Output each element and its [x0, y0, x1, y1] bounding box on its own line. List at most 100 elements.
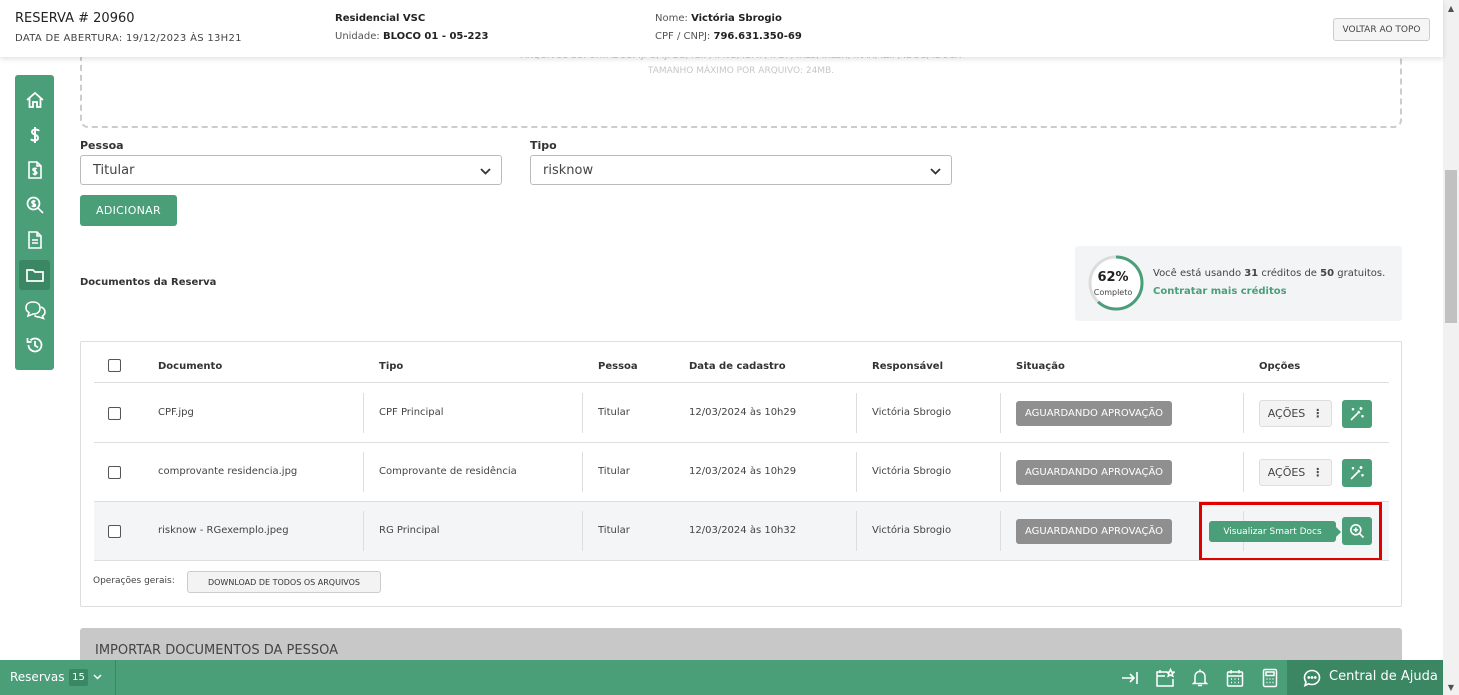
- adicionar-button[interactable]: ADICIONAR: [80, 195, 177, 226]
- help-center-label: Central de Ajuda: [1329, 669, 1438, 684]
- cell-divider: [1000, 393, 1001, 433]
- collapse-right-icon[interactable]: [1120, 668, 1140, 688]
- download-all-button[interactable]: DOWNLOAD DE TODOS OS ARQUIVOS: [187, 571, 381, 593]
- credit-complete-label: Completo: [1093, 288, 1133, 297]
- help-chat-icon: [1303, 669, 1321, 687]
- credits-panel: 62% Completo Você está usando 31 crédito…: [1075, 246, 1402, 321]
- money-search-icon[interactable]: [19, 190, 50, 220]
- unit-info: Unidade: BLOCO 01 - 05-223: [335, 31, 489, 42]
- scroll-up-icon[interactable]: ▲: [1443, 0, 1459, 16]
- row-responsavel: Victória Sbrogio: [872, 407, 952, 418]
- footer-bar: Reservas 15 Central de Ajuda: [0, 660, 1443, 695]
- buy-credits-link[interactable]: Contratar mais créditos: [1153, 286, 1287, 297]
- reservas-label[interactable]: Reservas: [10, 670, 64, 684]
- cell-divider: [1000, 511, 1001, 551]
- status-badge: AGUARDANDO APROVAÇÃO: [1016, 519, 1172, 544]
- cell-divider: [582, 511, 583, 551]
- client-name: Nome: Victória Sbrogio: [655, 13, 782, 24]
- tipo-label: Tipo: [530, 139, 557, 152]
- help-center-button[interactable]: Central de Ajuda: [1287, 660, 1443, 695]
- calendar-star-icon[interactable]: [1155, 668, 1175, 688]
- pessoa-select-value: Titular: [93, 162, 135, 178]
- row-data: 12/03/2024 às 10h32: [689, 525, 797, 536]
- cell-divider: [856, 393, 857, 433]
- calendar-icon[interactable]: [1225, 668, 1245, 688]
- col-responsavel: Responsável: [872, 361, 944, 372]
- row-documento: risknow - RGexemplo.jpeg: [158, 525, 289, 536]
- row-checkbox[interactable]: [108, 525, 121, 538]
- magic-wand-button[interactable]: [1342, 400, 1372, 428]
- chat-icon[interactable]: [19, 295, 50, 325]
- footer-divider: [115, 660, 116, 695]
- folder-icon[interactable]: [19, 260, 50, 290]
- page-scrollbar[interactable]: ▲ ▼: [1443, 0, 1459, 695]
- pessoa-label: Pessoa: [80, 139, 124, 152]
- cell-divider: [363, 452, 364, 492]
- cell-divider: [856, 452, 857, 492]
- cell-divider: [582, 393, 583, 433]
- row-checkbox[interactable]: [108, 407, 121, 420]
- cell-divider: [856, 511, 857, 551]
- sidebar: [15, 75, 54, 370]
- file-dropzone[interactable]: ARQUIVOS SUPORTADOS: .JPG, .JPEG, .GIF, …: [80, 50, 1402, 128]
- credit-usage-text: Você está usando 31 créditos de 50 gratu…: [1153, 268, 1386, 279]
- tipo-select[interactable]: risknow: [530, 155, 952, 185]
- cell-divider: [1243, 393, 1244, 433]
- cell-divider: [363, 511, 364, 551]
- cell-divider: [1000, 452, 1001, 492]
- row-data: 12/03/2024 às 10h29: [689, 466, 797, 477]
- col-tipo: Tipo: [379, 361, 404, 372]
- row-responsavel: Victória Sbrogio: [872, 466, 952, 477]
- documents-section-title: Documentos da Reserva: [80, 277, 217, 288]
- cell-divider: [1243, 452, 1244, 492]
- select-all-checkbox[interactable]: [108, 359, 121, 372]
- row-pessoa: Titular: [598, 466, 630, 477]
- reservation-title: RESERVA # 20960: [15, 11, 135, 26]
- row-documento: comprovante residencia.jpg: [158, 466, 298, 477]
- status-badge: AGUARDANDO APROVAÇÃO: [1016, 460, 1172, 485]
- magic-wand-button[interactable]: [1342, 459, 1372, 487]
- pessoa-select[interactable]: Titular: [80, 155, 502, 185]
- kebab-icon: ⋮: [1312, 407, 1324, 420]
- back-to-top-button[interactable]: VOLTAR AO TOPO: [1333, 18, 1430, 41]
- tipo-select-value: risknow: [543, 162, 594, 178]
- reservas-count-badge: 15: [69, 669, 88, 686]
- scroll-down-icon[interactable]: ▼: [1443, 679, 1459, 695]
- row-documento: CPF.jpg: [158, 407, 194, 418]
- cell-divider: [363, 393, 364, 433]
- col-data: Data de cadastro: [689, 361, 786, 372]
- history-icon[interactable]: [19, 330, 50, 360]
- chevron-down-icon: [480, 168, 491, 175]
- home-icon[interactable]: [19, 85, 50, 115]
- row-pessoa: Titular: [598, 525, 630, 536]
- chevron-down-icon: [930, 168, 941, 175]
- row-tipo: Comprovante de residência: [379, 466, 517, 477]
- bell-icon[interactable]: [1190, 668, 1210, 688]
- row-pessoa: Titular: [598, 407, 630, 418]
- calculator-icon[interactable]: [1260, 668, 1280, 688]
- client-cpf: CPF / CNPJ: 796.631.350-69: [655, 31, 802, 42]
- col-opcoes: Opções: [1259, 361, 1301, 372]
- import-documents-title: IMPORTAR DOCUMENTOS DA PESSOA: [95, 643, 339, 658]
- scrollbar-thumb[interactable]: [1445, 170, 1457, 323]
- status-badge: AGUARDANDO APROVAÇÃO: [1016, 401, 1172, 426]
- magic-wand-icon: [1350, 466, 1364, 480]
- dollar-icon[interactable]: [19, 120, 50, 150]
- max-file-size: TAMANHO MÁXIMO POR ARQUIVO: 24MB.: [647, 66, 835, 76]
- credit-percent: 62%: [1097, 270, 1129, 285]
- invoice-icon[interactable]: [19, 155, 50, 185]
- chevron-down-icon[interactable]: [93, 672, 102, 681]
- reservation-header: RESERVA # 20960 DATA DE ABERTURA: 19/12/…: [0, 0, 1443, 57]
- kebab-icon: ⋮: [1312, 466, 1324, 479]
- highlight-box: [1199, 502, 1382, 561]
- document-icon[interactable]: [19, 225, 50, 255]
- row-responsavel: Victória Sbrogio: [872, 525, 952, 536]
- opening-date: DATA DE ABERTURA: 19/12/2023 ÀS 13H21: [15, 33, 242, 44]
- row-data: 12/03/2024 às 10h29: [689, 407, 797, 418]
- acoes-button[interactable]: AÇÕES ⋮: [1259, 400, 1332, 427]
- col-documento: Documento: [158, 361, 223, 372]
- acoes-button[interactable]: AÇÕES ⋮: [1259, 459, 1332, 486]
- row-tipo: RG Principal: [379, 525, 440, 536]
- row-divider: [94, 560, 1389, 561]
- row-checkbox[interactable]: [108, 466, 121, 479]
